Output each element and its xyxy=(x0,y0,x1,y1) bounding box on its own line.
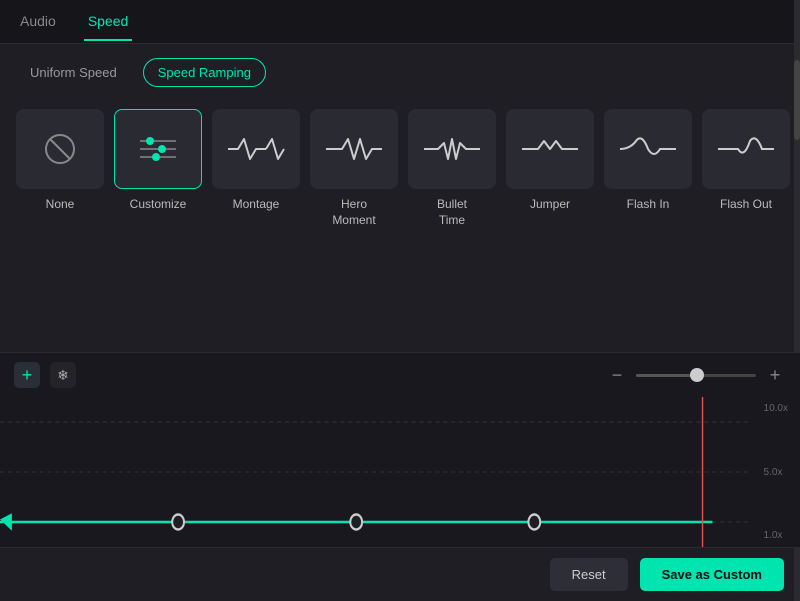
flash-out-icon xyxy=(716,131,776,167)
preset-hero-moment[interactable]: HeroMoment xyxy=(310,109,398,228)
tab-bar: Audio Speed xyxy=(0,0,800,44)
graph-canvas: 10.0x 5.0x 1.0x xyxy=(0,397,792,547)
presets-section: None Customize xyxy=(0,101,800,352)
graph-section: + ❄ − + xyxy=(0,352,800,547)
tab-audio[interactable]: Audio xyxy=(16,3,60,41)
zoom-slider-fill xyxy=(636,374,696,377)
save-custom-button[interactable]: Save as Custom xyxy=(640,558,784,591)
hero-moment-icon xyxy=(324,131,384,167)
reset-button[interactable]: Reset xyxy=(550,558,628,591)
preset-flash-in-label: Flash In xyxy=(627,197,670,213)
bullet-time-icon xyxy=(422,131,482,167)
zoom-out-button[interactable]: − xyxy=(606,364,628,386)
zoom-in-button[interactable]: + xyxy=(764,364,786,386)
preset-montage[interactable]: Montage xyxy=(212,109,300,213)
zoom-controls: − + xyxy=(606,364,786,386)
preset-flash-in-icon xyxy=(604,109,692,189)
preset-customize-icon xyxy=(114,109,202,189)
preset-jumper-icon xyxy=(506,109,594,189)
preset-hero-moment-label: HeroMoment xyxy=(332,197,375,228)
graph-label-10x: 10.0x xyxy=(764,403,788,414)
preset-bullet-time-icon xyxy=(408,109,496,189)
none-icon xyxy=(40,129,80,169)
mode-bar: Uniform Speed Speed Ramping xyxy=(0,44,800,101)
preset-flash-out-label: Flash Out xyxy=(720,197,772,213)
preset-jumper-label: Jumper xyxy=(530,197,570,213)
customize-icon xyxy=(136,131,180,167)
preset-flash-out-icon xyxy=(702,109,790,189)
graph-svg xyxy=(0,397,752,547)
preset-montage-icon xyxy=(212,109,300,189)
montage-icon xyxy=(226,131,286,167)
preset-bullet-time[interactable]: BulletTime xyxy=(408,109,496,228)
tab-speed[interactable]: Speed xyxy=(84,3,132,41)
zoom-slider-thumb[interactable] xyxy=(690,368,704,382)
bottom-bar: Reset Save as Custom xyxy=(0,547,800,601)
preset-montage-label: Montage xyxy=(233,197,280,213)
preset-none[interactable]: None xyxy=(16,109,104,213)
preset-none-label: None xyxy=(46,197,75,213)
graph-label-1x: 1.0x xyxy=(764,530,788,541)
graph-labels: 10.0x 5.0x 1.0x xyxy=(764,397,788,547)
add-keyframe-button[interactable]: + xyxy=(14,362,40,388)
zoom-slider[interactable] xyxy=(636,374,756,377)
scrollbar-thumb xyxy=(794,60,800,140)
graph-toolbar: + ❄ − + xyxy=(0,353,800,397)
preset-bullet-time-label: BulletTime xyxy=(437,197,467,228)
preset-hero-moment-icon xyxy=(310,109,398,189)
speed-ramping-button[interactable]: Speed Ramping xyxy=(143,58,266,87)
preset-customize-label: Customize xyxy=(130,197,187,213)
flash-in-icon xyxy=(618,131,678,167)
jumper-icon xyxy=(520,131,580,167)
preset-none-icon xyxy=(16,109,104,189)
presets-grid: None Customize xyxy=(16,109,784,228)
graph-label-5x: 5.0x xyxy=(764,467,788,478)
main-panel: Audio Speed Uniform Speed Speed Ramping … xyxy=(0,0,800,601)
uniform-speed-button[interactable]: Uniform Speed xyxy=(16,59,131,86)
preset-customize[interactable]: Customize xyxy=(114,109,202,213)
preset-flash-out[interactable]: Flash Out xyxy=(702,109,790,213)
freeze-button[interactable]: ❄ xyxy=(50,362,76,388)
preset-jumper[interactable]: Jumper xyxy=(506,109,594,213)
preset-flash-in[interactable]: Flash In xyxy=(604,109,692,213)
